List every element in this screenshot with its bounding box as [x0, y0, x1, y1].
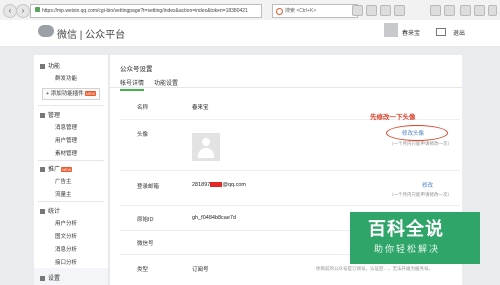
- divider: [38, 105, 104, 106]
- sidebar-section-promotion: 推广 NEW: [40, 164, 73, 173]
- add-plugin-button[interactable]: + 添加功能插件 NEW: [42, 88, 100, 100]
- wechat-id-label: 微信号: [137, 241, 154, 247]
- avatar-hint: （一个月内只能申请修改一次）: [389, 141, 452, 146]
- username[interactable]: 春来宝: [402, 28, 420, 37]
- forward-button[interactable]: ›: [16, 4, 30, 18]
- sidebar-item-materials[interactable]: 素材管理: [55, 149, 77, 157]
- email-value: 281897 @qq.com: [192, 182, 246, 188]
- settings-icon: [40, 275, 45, 281]
- new-badge: NEW: [61, 166, 73, 172]
- promotion-icon: [40, 166, 45, 172]
- home-icon[interactable]: [394, 5, 405, 16]
- row-divider: [120, 170, 460, 171]
- extension-icon[interactable]: [430, 5, 441, 16]
- menu-icon[interactable]: [488, 5, 497, 16]
- origin-id-value: gh_f0484b8cae7d: [192, 215, 237, 221]
- reader-icon[interactable]: [366, 5, 377, 16]
- origin-id-label: 原始ID: [137, 217, 154, 223]
- star-icon[interactable]: [352, 5, 363, 16]
- watermark-logo: 百科全说 助你轻松解决: [350, 212, 480, 264]
- download-icon[interactable]: [380, 5, 391, 16]
- function-icon: [40, 63, 45, 69]
- manage-icon: [40, 112, 45, 118]
- change-avatar-link[interactable]: 修改头像: [402, 129, 424, 137]
- divider: [38, 160, 104, 161]
- sidebar-item-publisher[interactable]: 流量主: [55, 190, 72, 198]
- mail-icon[interactable]: [436, 28, 446, 36]
- sidebar-item-mass-send[interactable]: 群发功能: [55, 74, 77, 82]
- watermark-subtitle: 助你轻松解决: [374, 244, 441, 254]
- sidebar-section-settings[interactable]: 设置: [34, 268, 108, 285]
- new-badge: NEW: [84, 91, 97, 97]
- divider: [38, 201, 104, 202]
- add-plugin-label: + 添加功能插件: [45, 91, 84, 97]
- site-logo-text[interactable]: 微信 | 公众平台: [57, 26, 125, 41]
- shield-icon[interactable]: [474, 5, 485, 16]
- sidebar: 功能 群发功能 + 添加功能插件 NEW 管理 消息管理 用户管理 素材管理 推广…: [34, 55, 109, 285]
- avatar-body-shape: [198, 148, 214, 158]
- change-email-link[interactable]: 修改: [422, 181, 433, 189]
- sidebar-item-advertiser[interactable]: 广告主: [55, 177, 72, 185]
- row-divider: [120, 205, 460, 206]
- redaction-mark: [210, 182, 223, 188]
- watermark-title: 百科全说: [368, 219, 444, 239]
- avatar-label: 头像: [137, 132, 149, 138]
- site-header: 微信 | 公众平台 春来宝 退出: [0, 20, 500, 47]
- account-avatar: [192, 133, 220, 161]
- sidebar-item-messages[interactable]: 消息管理: [55, 123, 77, 131]
- sidebar-item-users[interactable]: 用户管理: [55, 136, 77, 144]
- browser-toolbar: ‹ › https://mp.weixin.qq.com/cgi-bin/set…: [0, 0, 500, 21]
- sidebar-item-user-analysis[interactable]: 用户分析: [55, 219, 77, 227]
- name-label: 名称: [137, 105, 149, 111]
- stats-icon: [40, 208, 45, 214]
- browser-search-input[interactable]: 搜索 <Ctrl+K>: [272, 4, 358, 18]
- name-value: 春来宝: [192, 105, 209, 111]
- settings-title: 设置: [40, 273, 60, 282]
- wechat-logo-icon: [38, 25, 54, 37]
- sidebar-item-api-analysis[interactable]: 接口分析: [55, 258, 77, 266]
- user-avatar[interactable]: [384, 23, 398, 37]
- type-label: 类型: [137, 267, 149, 273]
- tab-feature-settings[interactable]: 功能设置: [154, 78, 178, 87]
- lock-icon: [35, 7, 40, 12]
- sidebar-item-article-analysis[interactable]: 图文分析: [55, 232, 77, 240]
- sidebar-item-message-analysis[interactable]: 消息分析: [55, 245, 77, 253]
- search-icon: [276, 8, 283, 15]
- search-placeholder: 搜索 <Ctrl+K>: [285, 8, 317, 14]
- tab-bar: 帐号详情 功能设置: [110, 77, 462, 91]
- back-button[interactable]: ‹: [3, 4, 17, 18]
- url-text: https://mp.weixin.qq.com/cgi-bin/setting…: [42, 8, 248, 14]
- type-hint: 你目前的公众号是订阅号，认证后…，无法升级为服务号。: [316, 266, 433, 271]
- address-bar[interactable]: https://mp.weixin.qq.com/cgi-bin/setting…: [30, 4, 262, 18]
- sidebar-section-stats: 统计: [40, 206, 60, 215]
- sidebar-section-function: 功能: [40, 61, 60, 70]
- avatar-head-shape: [202, 138, 210, 146]
- addon-icon[interactable]: [460, 5, 471, 16]
- email-hint: （一个月内只能申请修改一次）: [389, 192, 452, 197]
- logout-link[interactable]: 退出: [453, 28, 465, 37]
- annotation-text: 先修改一下头像: [370, 114, 416, 121]
- tab-account-details[interactable]: 帐号详情: [120, 78, 145, 91]
- sidebar-section-manage: 管理: [40, 110, 60, 119]
- page-title: 公众号设置: [120, 66, 153, 73]
- sync-icon[interactable]: [444, 5, 455, 16]
- email-label: 登录邮箱: [137, 184, 160, 190]
- type-value: 订阅号: [192, 267, 209, 273]
